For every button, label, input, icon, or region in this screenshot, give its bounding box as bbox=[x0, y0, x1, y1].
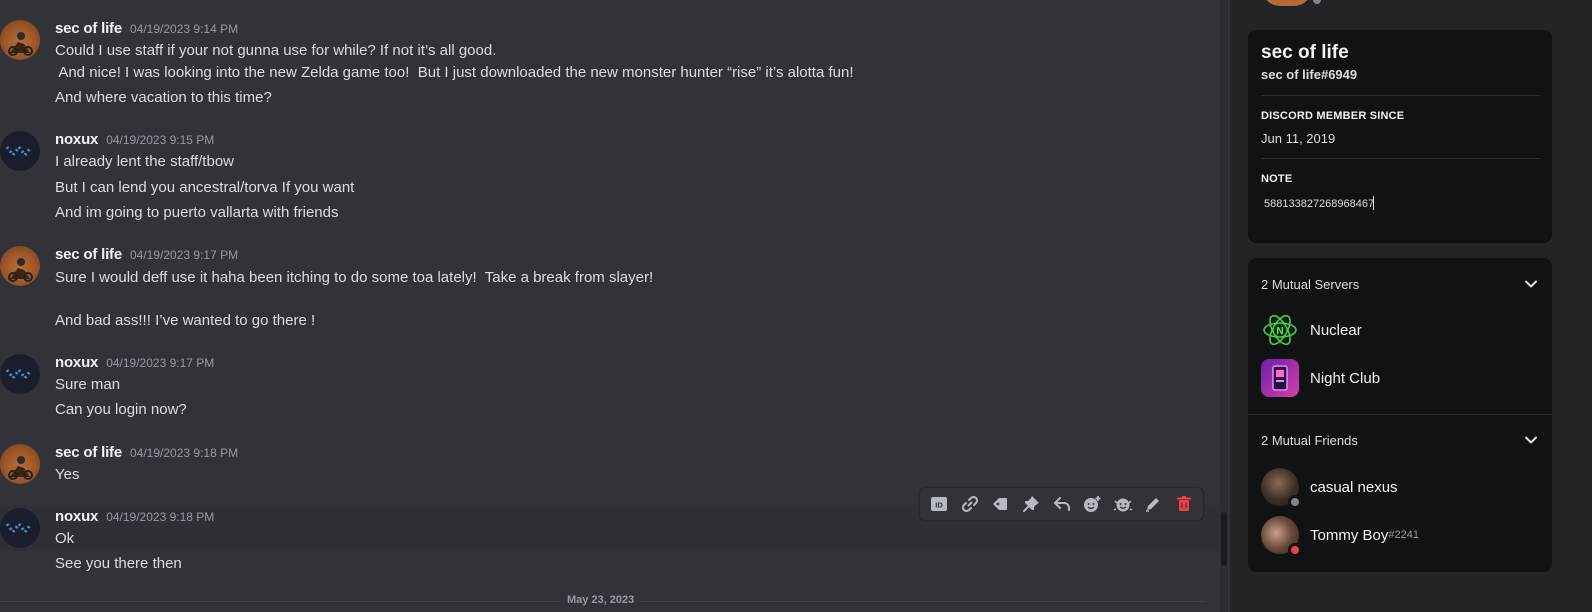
message-author[interactable]: sec of life bbox=[55, 246, 122, 263]
mutual-server-item[interactable]: Night Club bbox=[1248, 354, 1552, 402]
message-timestamp: 04/19/2023 9:17 PM bbox=[106, 356, 215, 370]
avatar-noxux[interactable] bbox=[0, 508, 40, 548]
divider bbox=[1261, 158, 1540, 159]
avatar bbox=[1261, 468, 1302, 509]
avatar-noxux[interactable] bbox=[0, 131, 40, 171]
friend-name: Tommy Boy bbox=[1310, 526, 1389, 544]
message-author[interactable]: noxux bbox=[55, 508, 98, 525]
message-text: And bad ass!!! I’ve wanted to go there ! bbox=[55, 312, 316, 329]
message-text: Can you login now? bbox=[55, 401, 187, 418]
avatar-sec-of-life[interactable] bbox=[0, 246, 40, 286]
reply-icon[interactable] bbox=[1046, 489, 1077, 519]
edit-icon[interactable] bbox=[1138, 489, 1169, 519]
message-author[interactable]: noxux bbox=[55, 131, 98, 148]
mutual-friend-item[interactable]: Tommy Boy #2241 bbox=[1248, 511, 1552, 559]
avatar-noxux[interactable] bbox=[0, 354, 40, 394]
message-author[interactable]: sec of life bbox=[55, 20, 122, 37]
message-text: Ok bbox=[55, 530, 75, 547]
message-author[interactable]: noxux bbox=[55, 354, 98, 371]
offline-status-icon bbox=[1288, 495, 1302, 509]
mutual-friends-toggle[interactable]: 2 Mutual Friends bbox=[1248, 420, 1552, 460]
message-text: But I can lend you ancestral/torva If yo… bbox=[55, 179, 355, 196]
pin-icon[interactable] bbox=[1016, 489, 1047, 519]
message-text: I already lent the staff/tbow bbox=[55, 153, 234, 170]
svg-text:N: N bbox=[1276, 326, 1283, 337]
message-author[interactable]: sec of life bbox=[55, 444, 122, 461]
mutual-card: 2 Mutual Servers N Nuclear Night Club 2 bbox=[1248, 258, 1552, 572]
chevron-down-icon bbox=[1525, 436, 1537, 444]
text-caret bbox=[1373, 196, 1374, 210]
message-timestamp: 04/19/2023 9:17 PM bbox=[130, 248, 239, 262]
mutual-server-item[interactable]: N Nuclear bbox=[1248, 306, 1552, 354]
delete-icon[interactable] bbox=[1169, 489, 1200, 519]
nuclear-server-icon: N bbox=[1261, 311, 1299, 349]
message-text: And nice! I was looking into the new Zel… bbox=[55, 64, 854, 81]
message-timestamp: 04/19/2023 9:15 PM bbox=[106, 133, 215, 147]
message-text: See you there then bbox=[55, 555, 182, 572]
friend-discriminator: #2241 bbox=[1388, 529, 1419, 541]
mutual-servers-toggle[interactable]: 2 Mutual Servers bbox=[1248, 264, 1552, 304]
member-since-date: Jun 11, 2019 bbox=[1261, 131, 1336, 146]
server-name: Nuclear bbox=[1310, 321, 1362, 339]
message-timestamp: 04/19/2023 9:14 PM bbox=[130, 22, 239, 36]
svg-text:ID: ID bbox=[936, 501, 944, 510]
profile-username-tag: sec of life#6949 bbox=[1261, 67, 1358, 82]
nightclub-server-icon bbox=[1261, 359, 1299, 397]
chevron-down-icon bbox=[1525, 280, 1537, 288]
link-icon[interactable] bbox=[955, 489, 986, 519]
message-text: Yes bbox=[55, 466, 80, 483]
message-text: Could I use staff if your not gunna use … bbox=[55, 42, 497, 59]
do-not-disturb-status-icon bbox=[1288, 543, 1302, 557]
avatar-sec-of-life[interactable] bbox=[0, 20, 40, 60]
message-actions-toolbar: ID bbox=[919, 487, 1204, 521]
profile-display-name: sec of life bbox=[1261, 42, 1349, 63]
member-since-heading: DISCORD MEMBER SINCE bbox=[1261, 110, 1405, 122]
add-reaction-icon[interactable] bbox=[1077, 489, 1108, 519]
chat-area: sec of life 04/19/2023 9:14 PM Could I u… bbox=[0, 0, 1228, 612]
message-text: And where vacation to this time? bbox=[55, 89, 272, 106]
divider bbox=[1261, 95, 1540, 96]
avatar bbox=[1261, 516, 1302, 557]
note-heading: NOTE bbox=[1261, 173, 1293, 185]
note-input[interactable] bbox=[1261, 193, 1540, 215]
divider bbox=[1248, 414, 1552, 415]
mutual-servers-label: 2 Mutual Servers bbox=[1261, 276, 1360, 292]
friend-name: casual nexus bbox=[1310, 478, 1398, 496]
message-timestamp: 04/19/2023 9:18 PM bbox=[130, 446, 239, 460]
super-reaction-icon[interactable] bbox=[1107, 489, 1138, 519]
server-name: Night Club bbox=[1310, 369, 1381, 387]
mutual-friend-item[interactable]: casual nexus bbox=[1248, 463, 1552, 511]
profile-card: sec of life sec of life#6949 DISCORD MEM… bbox=[1248, 30, 1552, 243]
message-text: Sure I would deff use it haha been itchi… bbox=[55, 269, 654, 286]
date-divider-label: May 23, 2023 bbox=[560, 594, 642, 606]
message-text: Sure man bbox=[55, 376, 121, 393]
message-timestamp: 04/19/2023 9:18 PM bbox=[106, 510, 215, 524]
avatar-sec-of-life[interactable] bbox=[0, 444, 40, 484]
mutual-friends-label: 2 Mutual Friends bbox=[1261, 432, 1358, 448]
chat-scrollbar-thumb[interactable] bbox=[1221, 512, 1227, 566]
id-icon[interactable]: ID bbox=[924, 489, 955, 519]
tag-icon[interactable] bbox=[985, 489, 1016, 519]
message-text: And im going to puerto vallarta with fri… bbox=[55, 204, 339, 221]
